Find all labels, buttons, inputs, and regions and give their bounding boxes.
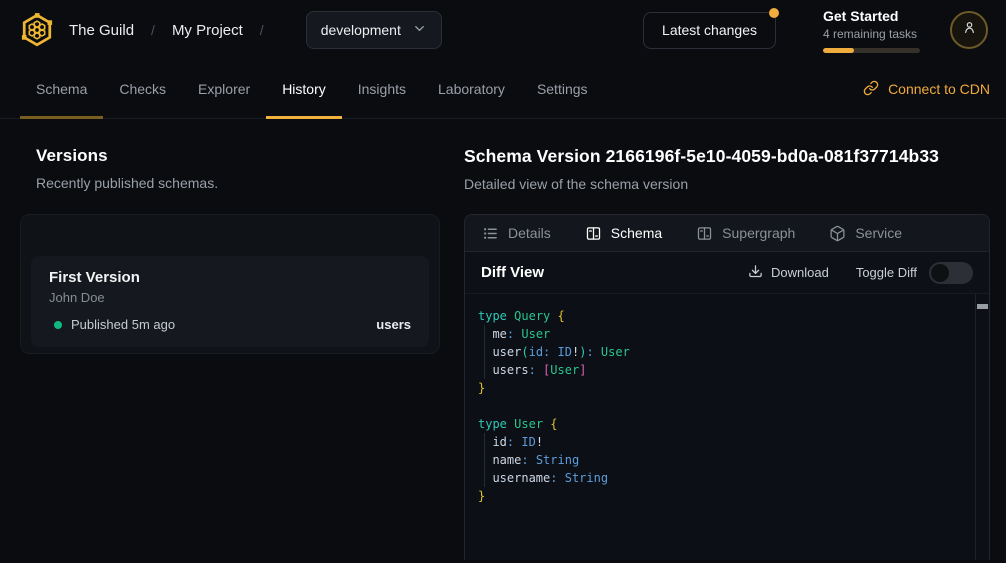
toggle-diff-label: Toggle Diff [856, 265, 917, 280]
version-meta-row: Published 5m ago users [49, 317, 411, 332]
cube-icon [829, 225, 846, 242]
breadcrumb-project[interactable]: My Project [172, 22, 243, 39]
get-started-progress-track [823, 48, 920, 53]
schema-version-detail: Schema Version 2166196f-5e10-4059-bd0a-0… [464, 119, 990, 560]
connect-to-cdn-link[interactable]: Connect to CDN [863, 60, 990, 118]
code-scrollbar[interactable] [975, 294, 989, 560]
code-line: name: String [478, 451, 965, 469]
target-selector-value: development [321, 22, 401, 38]
nav-tab-checks[interactable]: Checks [103, 60, 182, 118]
schema-detail-panel: Details Schema Supergraph Service Diff View… [464, 214, 990, 560]
get-started-widget[interactable]: Get Started 4 remaining tasks [823, 8, 920, 53]
indent-guide [484, 469, 485, 487]
link-icon [863, 80, 879, 99]
nav-tab-history[interactable]: History [266, 60, 342, 118]
code-line: id: ID! [478, 433, 965, 451]
diff-toolbar: Diff View Download Toggle Diff [465, 252, 989, 294]
indent-guide [484, 433, 485, 451]
nav-tab-insights[interactable]: Insights [342, 60, 422, 118]
top-bar: The Guild / My Project / development Lat… [0, 0, 1006, 60]
detail-tab-label: Schema [611, 225, 662, 241]
detail-tab-label: Details [508, 225, 551, 241]
breadcrumb-separator: / [260, 22, 264, 38]
columns-icon [585, 225, 602, 242]
latest-changes-button[interactable]: Latest changes [643, 12, 776, 49]
detail-tab-service[interactable]: Service [829, 225, 902, 242]
version-author: John Doe [49, 290, 411, 305]
schema-version-title: Schema Version 2166196f-5e10-4059-bd0a-0… [464, 146, 990, 167]
person-icon [961, 19, 978, 41]
notification-dot [769, 8, 779, 18]
nav-tab-settings[interactable]: Settings [521, 60, 604, 118]
diff-view-title: Diff View [481, 264, 544, 281]
app-window: The Guild / My Project / development Lat… [0, 0, 1006, 563]
versions-list-card: First Version John Doe Published 5m ago … [20, 214, 440, 354]
breadcrumb-separator: / [151, 22, 155, 38]
indent-guide [484, 343, 485, 361]
version-name: First Version [49, 269, 411, 286]
code-line: users: [User] [478, 361, 965, 379]
list-icon [482, 225, 499, 242]
download-label: Download [771, 265, 829, 280]
code-line: user(id: ID!): User [478, 343, 965, 361]
code-line: type Query { [478, 307, 965, 325]
get-started-subtitle: 4 remaining tasks [823, 27, 920, 41]
user-avatar[interactable] [950, 11, 988, 49]
hive-logo-icon[interactable] [18, 11, 56, 49]
detail-tab-schema[interactable]: Schema [585, 225, 662, 242]
detail-tab-label: Supergraph [722, 225, 795, 241]
progress-fill [823, 48, 854, 53]
nav-tab-schema[interactable]: Schema [20, 60, 103, 118]
target-selector-dropdown[interactable]: development [306, 11, 442, 49]
connect-to-cdn-label: Connect to CDN [888, 81, 990, 97]
version-status: Published 5m ago [71, 317, 175, 332]
graphql-sdl-code: type Query { me: User user(id: ID!): Use… [465, 294, 989, 505]
schema-code-viewer[interactable]: type Query { me: User user(id: ID!): Use… [465, 294, 989, 560]
versions-panel: Versions Recently published schemas. Fir… [20, 119, 440, 354]
chevron-down-icon [412, 21, 427, 39]
detail-tab-label: Service [855, 225, 902, 241]
code-line [478, 397, 965, 415]
nav-tab-explorer[interactable]: Explorer [182, 60, 266, 118]
code-line: } [478, 487, 965, 505]
toggle-knob [931, 264, 949, 282]
download-button[interactable]: Download [748, 264, 829, 282]
code-line: } [478, 379, 965, 397]
code-line: me: User [478, 325, 965, 343]
indent-guide [484, 325, 485, 343]
get-started-title: Get Started [823, 8, 920, 24]
nav-tabs: SchemaChecksExplorerHistoryInsightsLabor… [20, 60, 604, 118]
diff-actions: Download Toggle Diff [748, 262, 973, 284]
detail-tab-details[interactable]: Details [482, 225, 551, 242]
columns-icon [696, 225, 713, 242]
schema-version-subtitle: Detailed view of the schema version [464, 176, 990, 192]
code-line: username: String [478, 469, 965, 487]
main-content: Versions Recently published schemas. Fir… [0, 119, 1006, 562]
service-badge: users [376, 317, 411, 332]
detail-tab-supergraph[interactable]: Supergraph [696, 225, 795, 242]
indent-guide [484, 361, 485, 379]
published-status-dot [54, 321, 62, 329]
diff-toggle-switch[interactable] [929, 262, 973, 284]
breadcrumb-org[interactable]: The Guild [69, 22, 134, 39]
latest-changes-label: Latest changes [662, 22, 757, 38]
code-line: type User { [478, 415, 965, 433]
version-list-item[interactable]: First Version John Doe Published 5m ago … [31, 256, 429, 347]
indent-guide [484, 451, 485, 469]
primary-nav: SchemaChecksExplorerHistoryInsightsLabor… [0, 60, 1006, 119]
versions-subtitle: Recently published schemas. [36, 175, 440, 191]
versions-title: Versions [36, 146, 440, 166]
scrollbar-thumb[interactable] [977, 304, 988, 309]
detail-tab-strip: Details Schema Supergraph Service [465, 215, 989, 252]
header-right-cluster: Latest changes Get Started 4 remaining t… [643, 8, 988, 53]
nav-tab-laboratory[interactable]: Laboratory [422, 60, 521, 118]
download-icon [748, 264, 763, 282]
toggle-diff-group: Toggle Diff [856, 262, 973, 284]
